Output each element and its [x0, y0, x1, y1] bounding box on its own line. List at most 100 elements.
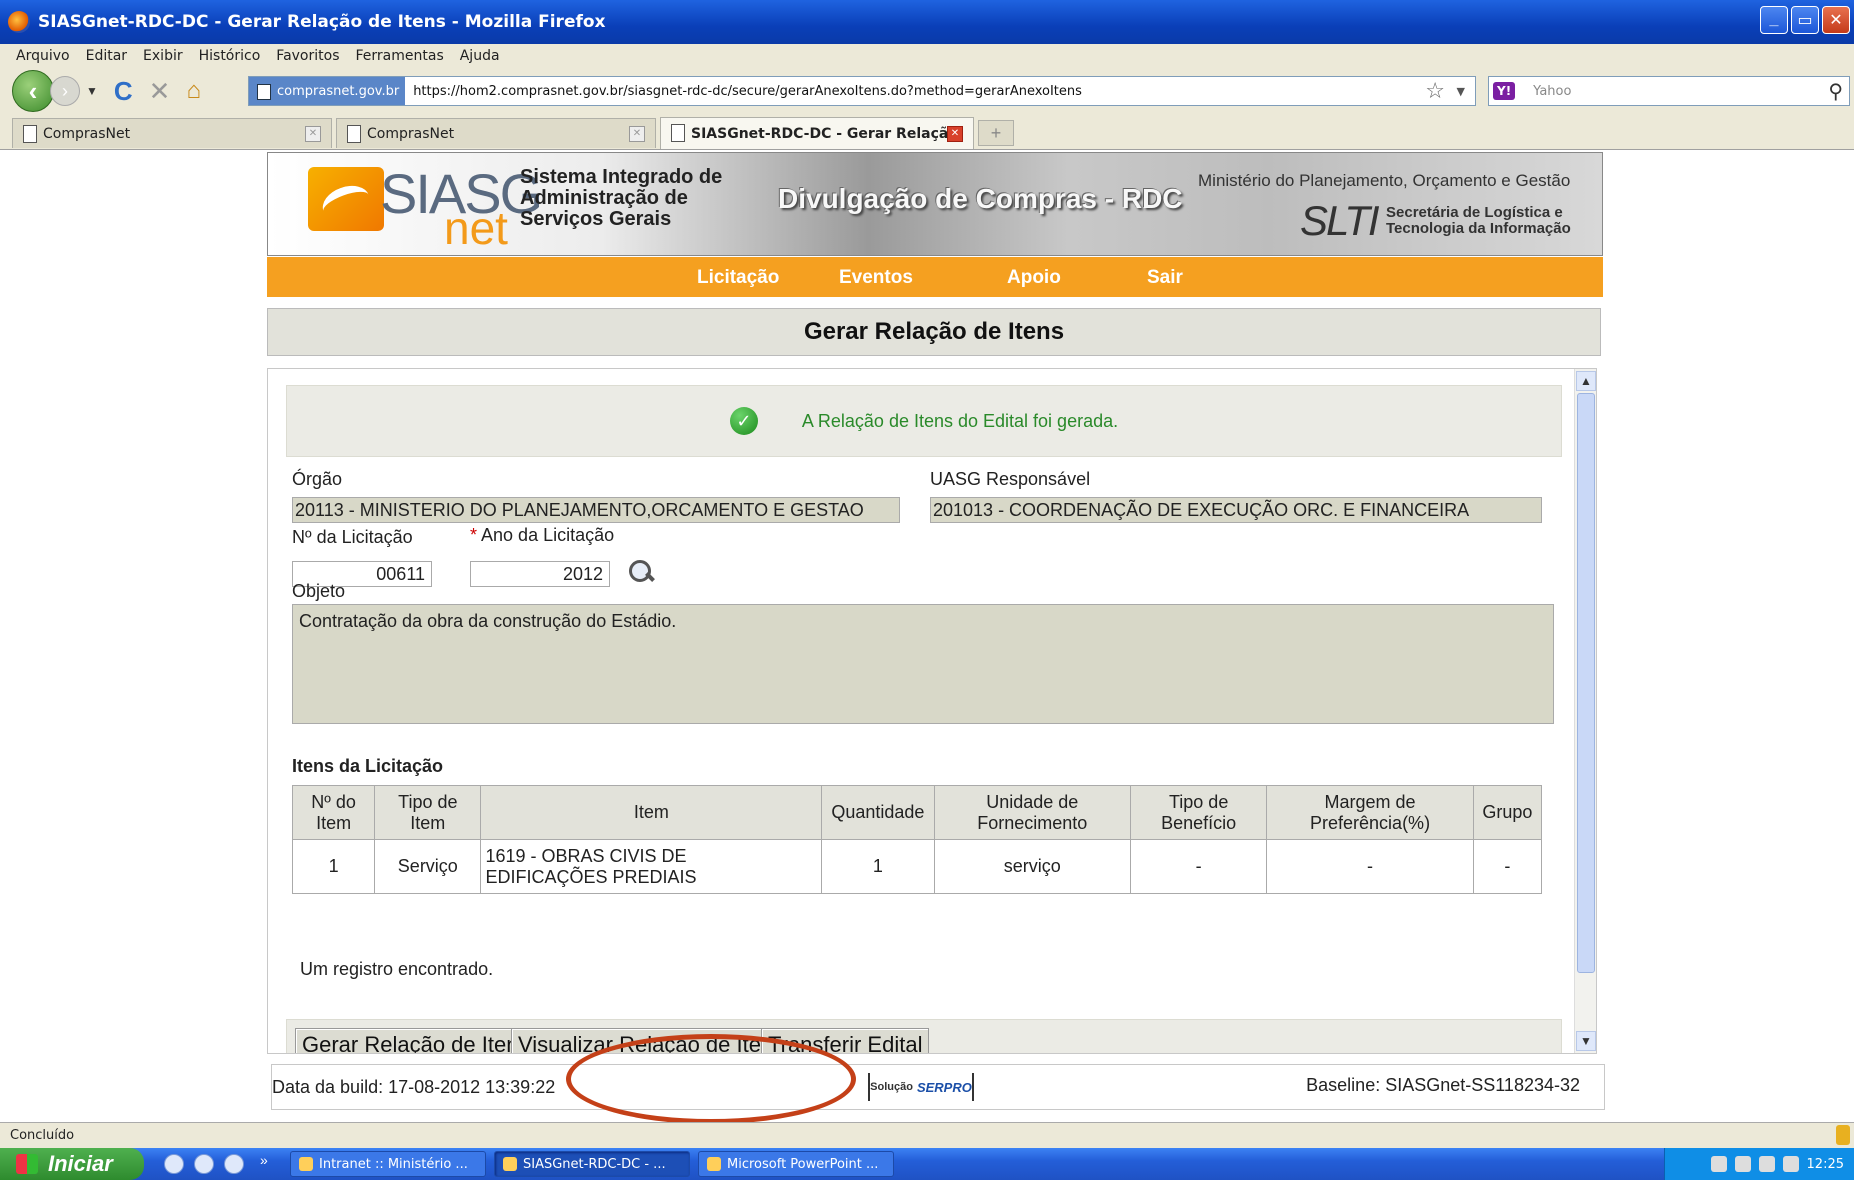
cell-quantidade: 1	[821, 839, 935, 894]
secretaria-line: Secretária de Logística e	[1386, 204, 1563, 221]
tab-comprasnet-2[interactable]: ComprasNet ✕	[336, 118, 656, 148]
task-powerpoint[interactable]: Microsoft PowerPoint ...	[698, 1151, 894, 1177]
cell-item: 1619 - OBRAS CIVIS DE EDIFICAÇÕES PREDIAI…	[480, 839, 823, 894]
home-icon[interactable]: ⌂	[186, 77, 201, 105]
baseline-text: Baseline: SIASGnet-SS118234-32	[1306, 1075, 1580, 1095]
action-button-bar: Gerar Relação de Itens Visualizar Relaçã…	[286, 1019, 1562, 1053]
menu-editar[interactable]: Editar	[86, 48, 127, 64]
success-message: A Relação de Itens do Edital foi gerada.	[801, 410, 1119, 431]
tab-close-icon[interactable]: ✕	[947, 125, 963, 142]
network-icon[interactable]	[1734, 1156, 1751, 1172]
search-engine-icon[interactable]: Y!	[1493, 82, 1516, 100]
task-siasgnet[interactable]: SIASGnet-RDC-DC - ...	[494, 1151, 690, 1177]
ano-licitacao-label-text: Ano da Licitação	[481, 525, 615, 545]
maximize-button[interactable]: ▭	[1791, 6, 1819, 34]
menu-ajuda[interactable]: Ajuda	[460, 48, 500, 64]
objeto-label: Objeto	[292, 581, 346, 601]
scroll-down-icon[interactable]: ▼	[1576, 1031, 1596, 1051]
menu-arquivo[interactable]: Arquivo	[16, 48, 70, 64]
nav-licitacao[interactable]: Licitação	[697, 267, 779, 289]
check-icon: ✓	[729, 407, 758, 435]
volume-icon[interactable]	[1758, 1156, 1775, 1172]
numero-licitacao-label: Nº da Licitação	[292, 527, 413, 547]
record-count-text: Um registro encontrado.	[300, 959, 494, 979]
window-title: SIASGnet-RDC-DC - Gerar Relação de Itens…	[38, 12, 606, 32]
search-icon[interactable]	[628, 559, 654, 585]
scroll-thumb[interactable]	[1577, 393, 1595, 973]
tab-label: SIASGnet-RDC-DC - Gerar Relaçã...	[691, 125, 965, 142]
main-nav: Licitação Eventos Apoio Sair	[267, 257, 1603, 297]
serpro-logo: Solução SERPRO	[868, 1073, 974, 1101]
new-tab-button[interactable]: +	[978, 120, 1014, 146]
cell-unidade: serviço	[933, 839, 1131, 894]
url-dropdown-icon[interactable]: ▼	[1457, 85, 1465, 98]
back-arrow-icon[interactable]: ‹	[12, 70, 54, 112]
ano-licitacao-input[interactable]: 2012	[470, 561, 610, 587]
sistema-line: Serviços Gerais	[520, 208, 672, 230]
quicklaunch-more-icon[interactable]: »	[260, 1152, 268, 1168]
col-unidade: Unidade de Fornecimento	[933, 785, 1131, 840]
tab-siasgnet[interactable]: SIASGnet-RDC-DC - Gerar Relaçã... ✕	[660, 117, 974, 149]
ano-licitacao-label: * Ano da Licitação	[470, 525, 614, 546]
objeto-field: Contratação da obra da construção do Est…	[292, 604, 1554, 724]
history-dropdown-icon[interactable]: ▼	[86, 84, 98, 98]
uasg-label: UASG Responsável	[930, 469, 1091, 489]
address-bar[interactable]: comprasnet.gov.br https://hom2.comprasne…	[248, 76, 1476, 106]
url-text[interactable]: https://hom2.comprasnet.gov.br/siasgnet-…	[413, 84, 1082, 99]
nav-sair[interactable]: Sair	[1147, 267, 1183, 289]
menu-historico[interactable]: Histórico	[199, 48, 261, 64]
reload-icon[interactable]: C	[114, 76, 133, 107]
scroll-up-icon[interactable]: ▲	[1576, 371, 1596, 391]
sistema-title: Sistema Integrado de Administração de Se…	[520, 167, 750, 230]
col-quantidade: Quantidade	[821, 785, 935, 840]
page-footer: Data da build: 17-08-2012 13:39:22 Soluç…	[271, 1064, 1605, 1110]
col-item: Item	[480, 785, 823, 840]
status-bar: Concluído	[0, 1122, 1854, 1148]
slti-logo-text: SLTI	[1300, 197, 1380, 244]
uasg-field: 201013 - COORDENAÇÃO DE EXECUÇÃO ORC. E …	[930, 497, 1542, 523]
required-marker: *	[470, 525, 478, 545]
stop-icon[interactable]: ✕	[149, 76, 171, 107]
menu-ferramentas[interactable]: Ferramentas	[356, 48, 444, 64]
col-numero-item: Nº do Item	[291, 785, 376, 840]
tab-comprasnet-1[interactable]: ComprasNet ✕	[12, 118, 332, 148]
ie-icon[interactable]	[194, 1154, 214, 1174]
search-box[interactable]: Y! Yahoo ⚲	[1488, 76, 1850, 106]
search-icon[interactable]: ⚲	[1828, 79, 1843, 103]
vertical-scrollbar[interactable]: ▲ ▼	[1574, 369, 1596, 1053]
menu-favoritos[interactable]: Favoritos	[276, 48, 339, 64]
gerar-relacao-button[interactable]: Gerar Relação de Itens	[295, 1028, 537, 1053]
start-button[interactable]: Iniciar	[0, 1148, 144, 1180]
col-tipo-item: Tipo de Item	[374, 785, 482, 840]
media-icon[interactable]	[224, 1154, 244, 1174]
security-alert-icon[interactable]	[1782, 1156, 1799, 1172]
serpro-name: SERPRO	[916, 1079, 972, 1095]
clock: 12:25	[1806, 1156, 1844, 1172]
ministerio-text: Ministério do Planejamento, Orçamento e …	[1198, 171, 1571, 190]
col-tipo-beneficio: Tipo de Benefício	[1129, 785, 1268, 840]
status-text: Concluído	[10, 1128, 75, 1143]
firefox-icon	[8, 11, 30, 33]
sistema-line: Administração de	[520, 187, 688, 209]
site-identity-badge[interactable]: comprasnet.gov.br	[249, 77, 406, 105]
nav-eventos[interactable]: Eventos	[839, 267, 913, 289]
tab-close-icon[interactable]: ✕	[305, 125, 321, 142]
forward-arrow-icon[interactable]: ›	[50, 76, 80, 106]
menu-bar: Arquivo Editar Exibir Histórico Favorito…	[0, 44, 1854, 68]
content-frame: ✓ A Relação de Itens do Edital foi gerad…	[267, 368, 1597, 1054]
show-desktop-icon[interactable]	[164, 1154, 184, 1174]
page-title: Gerar Relação de Itens	[267, 308, 1601, 356]
minimize-button[interactable]: _	[1760, 6, 1788, 34]
cell-grupo: -	[1472, 839, 1543, 894]
annotation-ellipse	[566, 1034, 856, 1124]
lock-icon	[1836, 1125, 1850, 1145]
tab-close-icon[interactable]: ✕	[629, 125, 645, 142]
help-icon[interactable]	[1710, 1156, 1727, 1172]
nav-apoio[interactable]: Apoio	[1007, 267, 1061, 289]
task-intranet[interactable]: Intranet :: Ministério ...	[290, 1151, 486, 1177]
divulgacao-title: Divulgação de Compras - RDC	[778, 183, 1183, 214]
logo-net-text: net	[444, 202, 508, 254]
bookmark-star-icon[interactable]: ☆	[1425, 79, 1445, 104]
close-button[interactable]: ✕	[1822, 6, 1850, 34]
menu-exibir[interactable]: Exibir	[143, 48, 183, 64]
